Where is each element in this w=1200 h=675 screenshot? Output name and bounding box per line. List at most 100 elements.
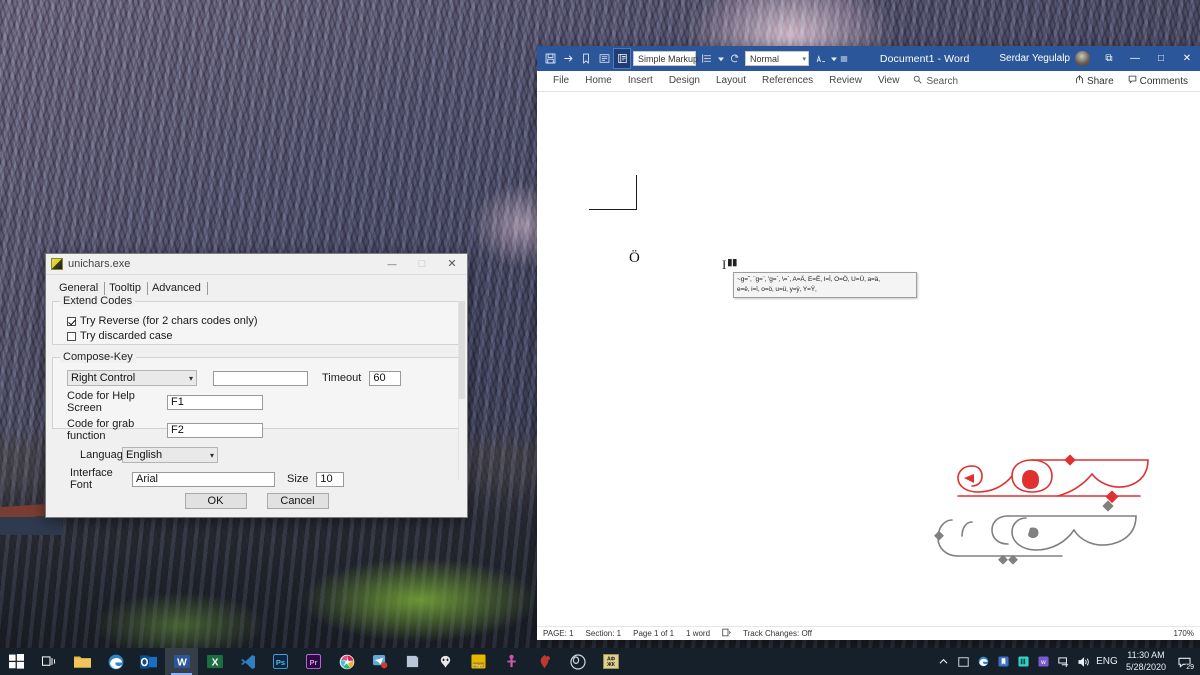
- taskbar-photoshop[interactable]: Ps: [264, 648, 297, 675]
- taskbar-premiere-pro[interactable]: Pr: [297, 648, 330, 675]
- language-select[interactable]: English ▾: [122, 447, 218, 463]
- system-tray[interactable]: w ENG 11:30 AM 5/28/2020 29: [934, 648, 1200, 675]
- help-screen-input[interactable]: [167, 394, 263, 410]
- revisions-icon[interactable]: [726, 49, 742, 68]
- maximize-button[interactable]: □: [1148, 46, 1174, 71]
- format-painter-icon[interactable]: [812, 49, 828, 68]
- windows-taskbar[interactable]: W X Ps Pr Player АФ ЖК w ENG 11:30 AM 5/…: [0, 648, 1200, 675]
- try-reverse-checkbox-row[interactable]: Try Reverse (for 2 chars codes only): [67, 315, 452, 327]
- dialog-minimize-button[interactable]: [377, 254, 407, 274]
- start-button[interactable]: [0, 648, 33, 675]
- taskbar-visual-studio-code[interactable]: [231, 648, 264, 675]
- ok-button[interactable]: OK: [184, 493, 247, 509]
- unichars-dialog[interactable]: unichars.exe General Tooltip Advanced Ex…: [45, 253, 468, 518]
- taskbar-obs-studio[interactable]: [561, 648, 594, 675]
- taskbar-word[interactable]: W: [165, 648, 198, 675]
- taskbar-telegram[interactable]: [363, 648, 396, 675]
- ribbon-display-options-icon[interactable]: ⧉: [1096, 46, 1122, 71]
- taskbar-alienware[interactable]: [429, 648, 462, 675]
- taskbar-media-player[interactable]: Player: [462, 648, 495, 675]
- compose-secondary-input[interactable]: [213, 370, 308, 386]
- avatar[interactable]: [1075, 51, 1090, 66]
- quick-access-toolbar[interactable]: Simple Markup ▾ Normal ▾: [541, 48, 850, 69]
- browser-tray-icon[interactable]: [974, 648, 994, 675]
- word-status-bar[interactable]: PAGE: 1 Section: 1 Page 1 of 1 1 word Tr…: [537, 626, 1200, 640]
- tab-general[interactable]: General: [55, 282, 106, 295]
- app-tray-icon-blue[interactable]: [994, 648, 1014, 675]
- grab-function-input[interactable]: [167, 422, 263, 438]
- search-box[interactable]: Search: [907, 75, 958, 87]
- scrollbar-thumb[interactable]: [459, 301, 465, 400]
- taskbar-dictionary-app[interactable]: АФ ЖК: [594, 648, 627, 675]
- taskbar-microsoft-edge[interactable]: [99, 648, 132, 675]
- tab-review[interactable]: Review: [821, 71, 870, 91]
- line-spacing-icon[interactable]: [699, 49, 715, 68]
- network-icon[interactable]: [1054, 648, 1074, 675]
- volume-icon[interactable]: [1074, 648, 1094, 675]
- language-indicator[interactable]: ENG: [1094, 648, 1120, 675]
- dialog-maximize-button[interactable]: [407, 254, 437, 274]
- timeout-input[interactable]: [369, 370, 402, 386]
- tab-advanced[interactable]: Advanced: [148, 282, 208, 295]
- taskbar-outlook[interactable]: [132, 648, 165, 675]
- tab-file[interactable]: File: [545, 71, 577, 91]
- taskbar-utility-app[interactable]: [495, 648, 528, 675]
- tab-view[interactable]: View: [870, 71, 908, 91]
- tab-references[interactable]: References: [754, 71, 821, 91]
- cancel-button[interactable]: Cancel: [266, 493, 329, 509]
- account-area[interactable]: Serdar Yegulalp: [999, 51, 1090, 66]
- taskbar-file-explorer[interactable]: [66, 648, 99, 675]
- read-mode-icon[interactable]: [596, 49, 612, 68]
- save-icon[interactable]: [542, 49, 558, 68]
- try-discarded-case-checkbox-row[interactable]: Try discarded case: [67, 330, 452, 342]
- try-reverse-checkbox[interactable]: [67, 316, 76, 326]
- document-canvas[interactable]: Ö I▮▮ ~g=˜, ¨g=¨, 'g=´, \=ˋ, A=Ä, E=Ë, I…: [537, 92, 1200, 626]
- taskbar-red-app[interactable]: [528, 648, 561, 675]
- tab-tooltip[interactable]: Tooltip: [105, 282, 148, 295]
- status-word-count[interactable]: 1 word: [686, 629, 710, 638]
- share-button[interactable]: Share: [1071, 74, 1118, 88]
- interface-font-input[interactable]: [132, 471, 275, 487]
- close-button[interactable]: ✕: [1174, 46, 1200, 71]
- tab-layout[interactable]: Layout: [708, 71, 754, 91]
- grab-function-label: Code for grab function: [67, 418, 135, 442]
- tab-home[interactable]: Home: [577, 71, 620, 91]
- customize-qat-icon[interactable]: [839, 49, 849, 68]
- tab-design[interactable]: Design: [661, 71, 708, 91]
- dialog-close-button[interactable]: [437, 254, 467, 274]
- status-section[interactable]: Section: 1: [586, 629, 622, 638]
- bookmark-icon[interactable]: [578, 49, 594, 68]
- print-layout-icon[interactable]: [613, 48, 631, 69]
- style-dropdown[interactable]: Normal ▾: [745, 51, 809, 66]
- proofing-icon[interactable]: [722, 628, 731, 639]
- size-input[interactable]: [316, 471, 345, 487]
- comments-button[interactable]: Comments: [1124, 74, 1192, 88]
- task-view-button[interactable]: [33, 648, 66, 675]
- status-zoom-level[interactable]: 170%: [1174, 629, 1194, 638]
- clock[interactable]: 11:30 AM 5/28/2020: [1120, 650, 1172, 673]
- display-tray-icon[interactable]: [954, 648, 974, 675]
- chevron-down-icon-painter[interactable]: [830, 49, 837, 68]
- dialog-tab-strip[interactable]: General Tooltip Advanced: [52, 280, 461, 295]
- try-reverse-label: Try Reverse (for 2 chars codes only): [80, 315, 258, 327]
- notification-center-button[interactable]: 29: [1172, 648, 1196, 675]
- redo-icon[interactable]: [560, 49, 576, 68]
- dialog-scrollbar[interactable]: [458, 301, 465, 480]
- status-page-of[interactable]: Page 1 of 1: [633, 629, 674, 638]
- status-track-changes[interactable]: Track Changes: Off: [743, 629, 812, 638]
- compose-key-select[interactable]: Right Control ▾: [67, 370, 197, 386]
- word-window[interactable]: Simple Markup ▾ Normal ▾ Document1 - Wor…: [537, 46, 1200, 640]
- tab-insert[interactable]: Insert: [620, 71, 661, 91]
- taskbar-excel[interactable]: X: [198, 648, 231, 675]
- try-discarded-case-checkbox[interactable]: [67, 331, 76, 341]
- app-tray-icon-teal[interactable]: [1014, 648, 1034, 675]
- markup-view-dropdown[interactable]: Simple Markup ▾: [633, 51, 708, 66]
- status-page[interactable]: PAGE: 1: [543, 629, 574, 638]
- app-tray-icon-purple[interactable]: w: [1034, 648, 1054, 675]
- taskbar-slack[interactable]: [330, 648, 363, 675]
- chevron-down-icon-spacing[interactable]: [717, 49, 724, 68]
- show-hidden-icons-chevron[interactable]: [934, 648, 954, 675]
- minimize-button[interactable]: —: [1122, 46, 1148, 71]
- taskbar-onenote[interactable]: [396, 648, 429, 675]
- ribbon-tab-bar[interactable]: File Home Insert Design Layout Reference…: [537, 71, 1200, 92]
